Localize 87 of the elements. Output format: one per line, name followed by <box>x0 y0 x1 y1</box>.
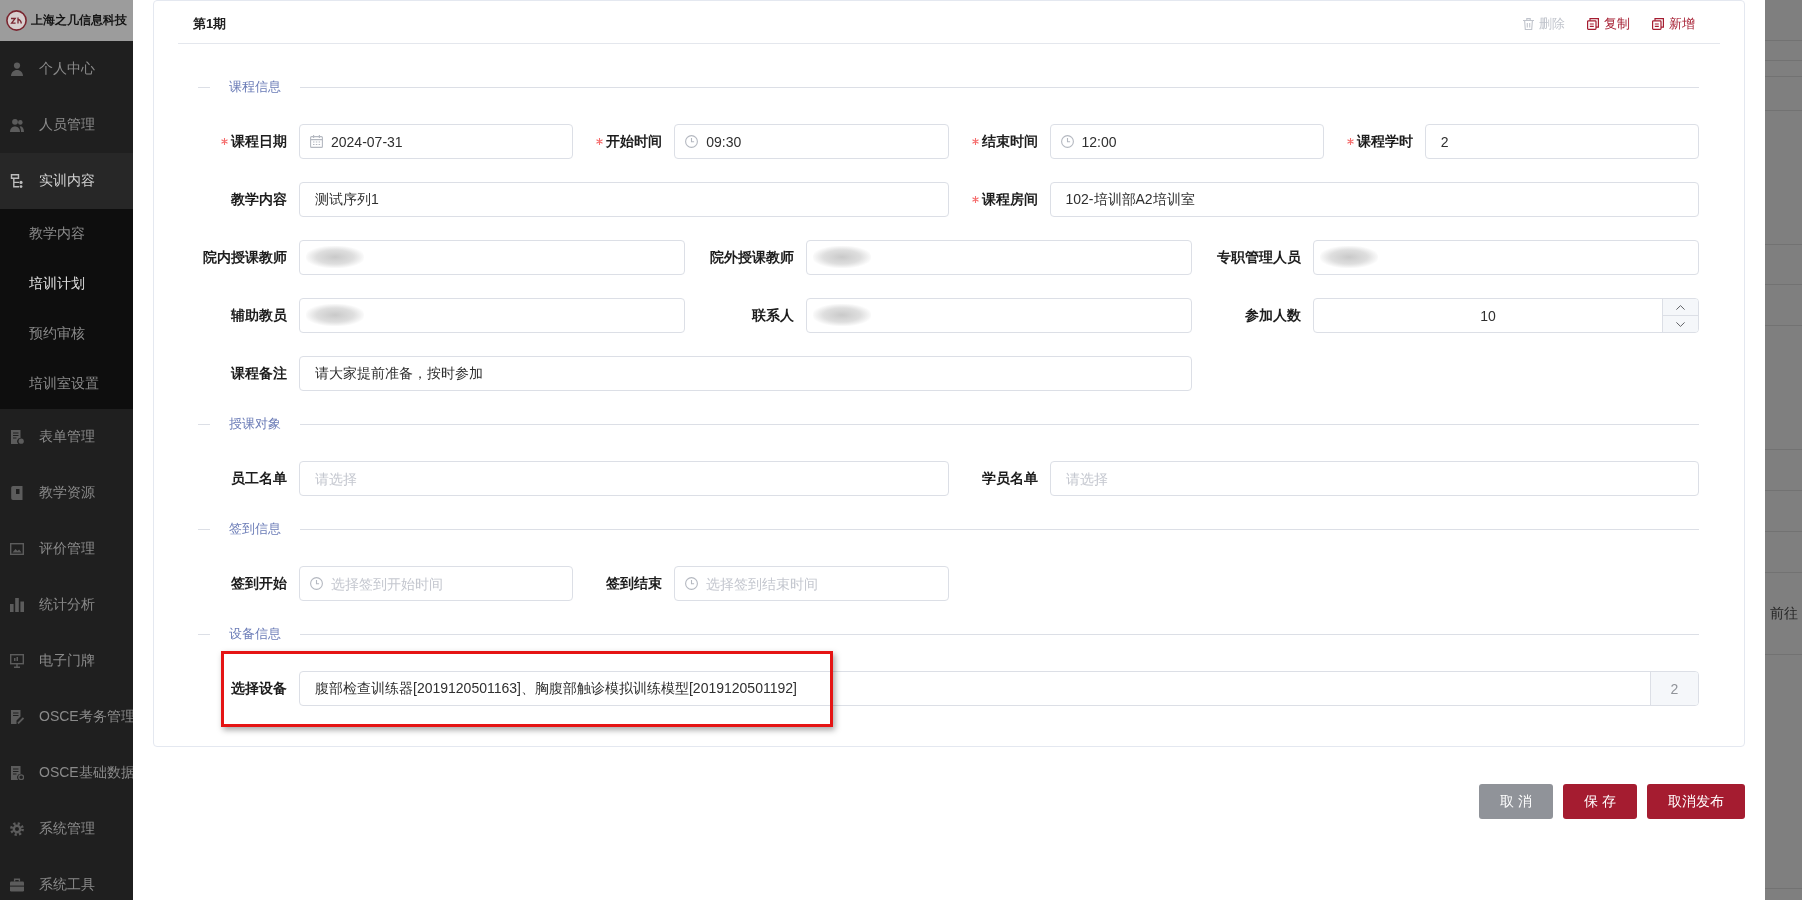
text-field[interactable] <box>299 240 685 275</box>
clock-icon <box>685 135 699 148</box>
field-label: 专职管理人员 <box>1217 248 1301 267</box>
field-label: 课程学时 <box>1356 132 1413 151</box>
nav-item[interactable]: 人员管理 <box>0 97 133 153</box>
text-field[interactable] <box>299 298 685 333</box>
calendar-icon <box>310 135 323 148</box>
brand-name: 上海之几信息科技 <box>31 12 127 29</box>
goto-label: 前往 <box>1769 604 1798 623</box>
field-label: 签到结束 <box>606 574 663 593</box>
increase-button[interactable] <box>1663 299 1698 315</box>
nav-item[interactable]: 电子门牌 <box>0 633 133 689</box>
copy-icon <box>1587 17 1599 30</box>
text-field[interactable] <box>806 240 1192 275</box>
nav-subitem[interactable]: 预约审核 <box>0 309 133 359</box>
nav-item[interactable]: 表单管理 <box>0 409 133 465</box>
document-icon <box>10 766 24 780</box>
text-field[interactable]: 请大家提前准备，按时参加 <box>299 356 1192 391</box>
section-title: 课程信息 <box>229 78 281 96</box>
text-field[interactable] <box>1313 240 1699 275</box>
book-icon <box>10 486 24 500</box>
text-field[interactable] <box>806 298 1192 333</box>
selected-count: 2 <box>1650 672 1698 705</box>
field-label: 学员名单 <box>981 469 1038 488</box>
section-title: 授课对象 <box>229 415 281 433</box>
clock-icon <box>310 577 323 590</box>
nav-item[interactable]: 系统工具 <box>0 857 133 900</box>
settings-icon <box>10 822 24 836</box>
trash-icon <box>1523 17 1534 30</box>
clock-icon <box>1060 135 1074 148</box>
field-label: 开始时间 <box>606 132 663 151</box>
section-title: 设备信息 <box>229 625 281 643</box>
field-label: 课程备注 <box>231 364 287 383</box>
nav-item[interactable]: 评价管理 <box>0 521 133 577</box>
chevron-down-icon <box>1676 321 1685 327</box>
field-label: 课程房间 <box>981 190 1038 209</box>
nav-item[interactable]: 个人中心 <box>0 41 133 97</box>
copy-icon <box>1652 17 1664 30</box>
logo-icon <box>6 10 27 31</box>
person-icon <box>10 62 24 76</box>
field-label: 院内授课教师 <box>203 248 287 267</box>
field-label: 联系人 <box>752 306 794 325</box>
field-label: 结束时间 <box>981 132 1038 151</box>
document-edit-icon <box>10 710 24 724</box>
image-icon <box>10 542 24 556</box>
field-label: 员工名单 <box>231 469 287 488</box>
nav-item[interactable]: 教学资源 <box>0 465 133 521</box>
field-label: 院外授课教师 <box>710 248 794 267</box>
monitor-icon <box>10 654 24 668</box>
nav-item[interactable]: 统计分析 <box>0 577 133 633</box>
copy-button[interactable]: 复制 <box>1587 14 1630 33</box>
text-field[interactable]: 测试序列1 <box>299 182 949 217</box>
primary-button[interactable]: 保 存 <box>1563 784 1637 819</box>
nav-subitem[interactable]: 培训计划 <box>0 259 133 309</box>
users-icon <box>10 118 24 132</box>
text-field[interactable]: 请选择 <box>1049 461 1699 496</box>
document-icon <box>10 430 24 444</box>
nav-item[interactable]: 系统管理 <box>0 801 133 857</box>
text-field[interactable]: 2 <box>1424 124 1699 159</box>
text-field[interactable]: 102-培训部A2培训室 <box>1049 182 1699 217</box>
nav-subitem[interactable]: 教学内容 <box>0 209 133 259</box>
nav-subitem[interactable]: 培训室设置 <box>0 359 133 409</box>
decrease-button[interactable] <box>1663 315 1698 332</box>
briefcase-icon <box>10 878 24 892</box>
primary-button[interactable]: 取消发布 <box>1647 784 1745 819</box>
clock-icon <box>685 577 699 590</box>
time-field[interactable]: 12:00 <box>1049 124 1324 159</box>
bar-chart-icon <box>10 598 24 612</box>
text-field[interactable]: 请选择 <box>299 461 949 496</box>
card-title: 第1期 <box>193 14 227 33</box>
field-label: 签到开始 <box>231 574 287 593</box>
branch-icon <box>10 174 24 188</box>
section-title: 签到信息 <box>229 520 281 538</box>
time-field[interactable]: 选择签到结束时间 <box>674 566 949 601</box>
date-field[interactable]: 2024-07-31 <box>299 124 574 159</box>
time-field[interactable]: 选择签到开始时间 <box>299 566 574 601</box>
cancel-button[interactable]: 取 消 <box>1479 784 1554 819</box>
field-label: 辅助教员 <box>231 306 287 325</box>
field-label: 选择设备 <box>231 679 287 698</box>
chevron-up-icon <box>1676 304 1685 310</box>
nav-item[interactable]: 实训内容 <box>0 153 133 209</box>
time-field[interactable]: 09:30 <box>674 124 949 159</box>
field-label: 参加人数 <box>1245 306 1301 325</box>
number-field[interactable]: 10 <box>1313 298 1699 333</box>
field-label: 教学内容 <box>231 190 287 209</box>
field-label: 课程日期 <box>231 132 287 151</box>
add-button[interactable]: 新增 <box>1652 14 1695 33</box>
